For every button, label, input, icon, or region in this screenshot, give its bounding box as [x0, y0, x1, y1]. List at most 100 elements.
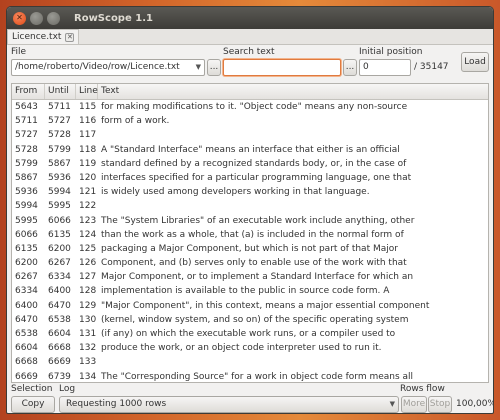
copy-button[interactable]: Copy	[11, 396, 55, 413]
table-row[interactable]: 5867 5936 120 interfaces specified for a pa…	[12, 171, 488, 185]
cell-from: 6066	[15, 229, 38, 240]
column-header-text[interactable]: Text	[98, 84, 488, 99]
cell-until: 6267	[48, 258, 71, 269]
table-row[interactable]: 5799 5867 119 standard defined by a recogni…	[12, 157, 488, 171]
cell-until: 5994	[48, 187, 71, 198]
table-header: From Until Line Text	[12, 84, 488, 100]
cell-until: 6470	[48, 300, 71, 311]
table-row[interactable]: 6538 6604 131 (if any) on which the executa…	[12, 327, 488, 341]
table-row[interactable]: 6267 6334 127 Major Component, or to implem…	[12, 270, 488, 284]
controls-panel: File /home/roberto/Video/row/Licence.txt…	[7, 45, 493, 81]
table-row[interactable]: 6135 6200 125 packaging a Major Component, …	[12, 242, 488, 256]
tab-licence[interactable]: Licence.txt ✕	[7, 29, 80, 44]
search-options-button[interactable]: ...	[343, 59, 357, 76]
cell-from: 6334	[15, 286, 38, 297]
table-row[interactable]: 6668 6669 133	[12, 355, 488, 369]
table-row[interactable]: 5728 5799 118 A "Standard Interface" means…	[12, 143, 488, 157]
cell-text: (kernel, window system, and so on) of th…	[101, 314, 409, 325]
cell-until: 6135	[48, 229, 71, 240]
cell-until: 5995	[48, 201, 71, 212]
cell-text: Major Component, or to implement a Stand…	[101, 272, 414, 283]
cell-until: 6604	[48, 329, 71, 339]
load-button[interactable]: Load	[461, 52, 489, 72]
table-row[interactable]: 5711 5727 116 form of a work.	[12, 114, 488, 128]
browse-file-button[interactable]: ...	[207, 59, 221, 76]
cell-until: 6538	[48, 314, 71, 325]
tab-label: Licence.txt	[12, 32, 62, 42]
cell-line: 127	[79, 272, 97, 283]
cell-from: 5867	[15, 172, 38, 183]
cell-line: 118	[79, 144, 97, 155]
total-rows: / 35147	[414, 62, 449, 72]
title-bar: ✕ RowScope 1.1	[7, 7, 493, 29]
column-header-until[interactable]: Until	[45, 84, 76, 99]
cell-text: is widely used among developers working …	[101, 187, 370, 198]
cell-text: interfaces specified for a particular pr…	[101, 172, 412, 183]
cell-line: 125	[79, 243, 97, 254]
cell-line: 132	[79, 343, 97, 354]
tab-bar: Licence.txt ✕	[7, 29, 493, 45]
stop-button[interactable]: Stop	[428, 396, 452, 413]
bottom-bar: Selection Copy Log Requesting 1000 rows …	[7, 383, 494, 413]
cell-text: packaging a Major Component, but which i…	[101, 243, 398, 254]
window-title: RowScope 1.1	[74, 12, 153, 24]
cell-until: 5936	[48, 172, 71, 183]
table-row[interactable]: 6400 6470 129 "Major Component", in this co…	[12, 299, 488, 313]
cell-text	[98, 355, 488, 369]
minimize-window-icon[interactable]	[30, 11, 43, 25]
column-header-from[interactable]: From	[12, 84, 45, 99]
close-window-icon[interactable]: ✕	[13, 11, 26, 25]
cell-until: 6400	[48, 286, 71, 297]
cell-until: 5711	[48, 102, 71, 112]
maximize-window-icon[interactable]	[47, 11, 60, 25]
cell-line: 117	[79, 130, 97, 141]
table-row[interactable]: 5936 5994 121 is widely used among develope…	[12, 185, 488, 199]
table-row[interactable]: 6200 6267 126 Component, and (b) serves onl…	[12, 256, 488, 270]
file-path-combo[interactable]: /home/roberto/Video/row/Licence.txt ▼	[11, 59, 205, 76]
table-row[interactable]: 5995 6066 123 The "System Libraries" of an…	[12, 214, 488, 228]
cell-from: 5799	[15, 158, 38, 169]
rows-flow-label: Rows flow	[400, 384, 445, 394]
cell-text: produce the work, or an object code inte…	[101, 343, 382, 354]
file-label: File	[11, 47, 27, 57]
cell-until: 6334	[48, 272, 71, 283]
table-row[interactable]: 5994 5995 122	[12, 199, 488, 213]
more-button[interactable]: More	[401, 396, 427, 413]
table-row[interactable]: 5727 5728 117	[12, 128, 488, 142]
cell-from: 5728	[15, 144, 38, 155]
table-row[interactable]: 6669 6739 134 The "Corresponding Source" f…	[12, 370, 488, 382]
cell-line: 128	[79, 286, 97, 297]
app-window: ✕ RowScope 1.1 Licence.txt ✕ File /home/…	[6, 6, 494, 414]
cell-text	[98, 128, 488, 142]
cell-from: 6200	[15, 258, 38, 269]
cell-from: 5995	[15, 215, 38, 226]
cell-until: 6200	[48, 243, 71, 254]
cell-from: 5643	[15, 102, 38, 112]
cell-from: 6135	[15, 243, 38, 254]
log-label: Log	[59, 384, 76, 394]
cell-text: (if any) on which the executable work ru…	[101, 329, 396, 339]
cell-until: 6066	[48, 215, 71, 226]
table-row[interactable]: 6066 6135 124 than the work as a whole, tha…	[12, 228, 488, 242]
cell-text: form of a work.	[101, 116, 170, 127]
cell-line: 130	[79, 314, 97, 325]
cell-line: 129	[79, 300, 97, 311]
search-input[interactable]	[223, 59, 341, 76]
cell-from: 6267	[15, 272, 38, 283]
cell-text: "Major Component", in this context, mean…	[101, 300, 430, 311]
column-header-line[interactable]: Line	[76, 84, 98, 99]
table-row[interactable]: 6334 6400 128 implementation is available t…	[12, 284, 488, 298]
tab-close-icon[interactable]: ✕	[65, 32, 75, 42]
cell-line: 120	[79, 172, 97, 183]
progress-value: 100,00%	[456, 399, 494, 409]
table-row[interactable]: 5643 5711 115 for making modifications to i…	[12, 100, 488, 114]
cell-text: for making modifications to it. "Object …	[101, 102, 408, 112]
cell-text: A "Standard Interface" means an interfac…	[101, 144, 400, 155]
rows-table[interactable]: From Until Line Text 5643 5711 115 for maki…	[11, 83, 489, 383]
table-row[interactable]: 6470 6538 130 (kernel, window system, and s…	[12, 313, 488, 327]
log-combo[interactable]: Requesting 1000 rows ▼	[59, 396, 399, 413]
cell-text: The "Corresponding Source" for a work in…	[101, 371, 414, 382]
cell-line: 115	[79, 102, 97, 112]
position-input[interactable]: 0	[359, 59, 411, 76]
table-row[interactable]: 6604 6668 132 produce the work, or an objec…	[12, 341, 488, 355]
